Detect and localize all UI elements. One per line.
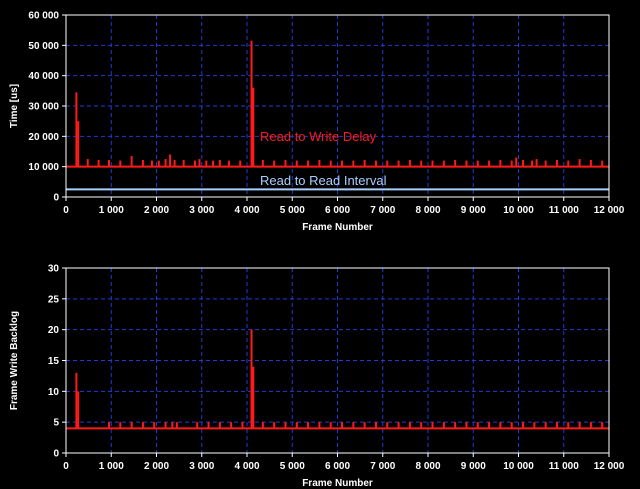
y-tick-label: 60 000 — [28, 11, 59, 22]
x-axis-label: Frame Number — [302, 478, 373, 489]
x-tick-label: 4 000 — [234, 205, 259, 216]
y-tick-label: 20 — [48, 325, 60, 336]
x-tick-label: 6 000 — [325, 461, 350, 472]
x-tick-label: 0 — [63, 461, 69, 472]
y-tick-label: 40 000 — [28, 71, 59, 82]
x-tick-label: 8 000 — [415, 205, 440, 216]
x-tick-label: 10 000 — [503, 461, 534, 472]
y-tick-label: 0 — [53, 193, 59, 204]
x-tick-label: 4 000 — [234, 461, 259, 472]
x-tick-label: 0 — [63, 205, 69, 216]
backlog-chart: 0 1 000 2 000 3 000 4 000 5 000 6 000 7 000 8 00… — [9, 264, 625, 489]
y-axis-label: Frame Write Backlog — [9, 311, 20, 410]
series-label: Read to Read Interval — [260, 173, 387, 188]
x-tick-label: 5 000 — [280, 205, 305, 216]
y-tick-label: 0 — [53, 449, 59, 460]
x-tick-label: 1 000 — [99, 205, 124, 216]
x-tick-label: 6 000 — [325, 205, 350, 216]
y-tick-label: 30 000 — [28, 102, 59, 113]
x-tick-label: 2 000 — [144, 205, 169, 216]
x-tick-label: 10 000 — [503, 205, 534, 216]
x-tick-label: 7 000 — [370, 461, 395, 472]
y-axis-label: Time [us] — [9, 84, 20, 128]
x-axis-label: Frame Number — [302, 222, 373, 233]
x-tick-label: 12 000 — [594, 205, 625, 216]
x-tick-label: 3 000 — [189, 205, 214, 216]
x-tick-label: 3 000 — [189, 461, 214, 472]
y-tick-label: 50 000 — [28, 41, 59, 52]
x-tick-label: 8 000 — [415, 461, 440, 472]
x-tick-label: 1 000 — [99, 461, 124, 472]
x-tick-label: 9 000 — [461, 461, 486, 472]
x-tick-label: 11 000 — [549, 461, 579, 472]
y-tick-label: 25 — [48, 294, 60, 305]
x-tick-label: 7 000 — [370, 205, 395, 216]
y-tick-label: 5 — [53, 418, 59, 429]
y-tick-label: 20 000 — [28, 132, 59, 143]
y-tick-label: 10 — [48, 387, 60, 398]
chart-canvas: 01 000 2 000 3 000 4 000 5 000 6 000 7 000 8 00… — [9, 11, 625, 489]
y-tick-label: 10 000 — [28, 162, 59, 173]
x-tick-label: 2 000 — [144, 461, 169, 472]
delay-chart: 0 1 000 2 000 3 000 4 000 5 000 6 000 7 000 8 00… — [9, 11, 625, 234]
x-tick-label: 5 000 — [280, 461, 305, 472]
y-tick-label: 15 — [48, 356, 60, 367]
x-tick-label: 11 000 — [549, 205, 579, 216]
x-tick-label: 9 000 — [461, 205, 486, 216]
y-tick-label: 30 — [48, 264, 60, 275]
series-label: Read to Write Delay — [260, 129, 377, 144]
x-tick-label: 12 000 — [594, 461, 625, 472]
